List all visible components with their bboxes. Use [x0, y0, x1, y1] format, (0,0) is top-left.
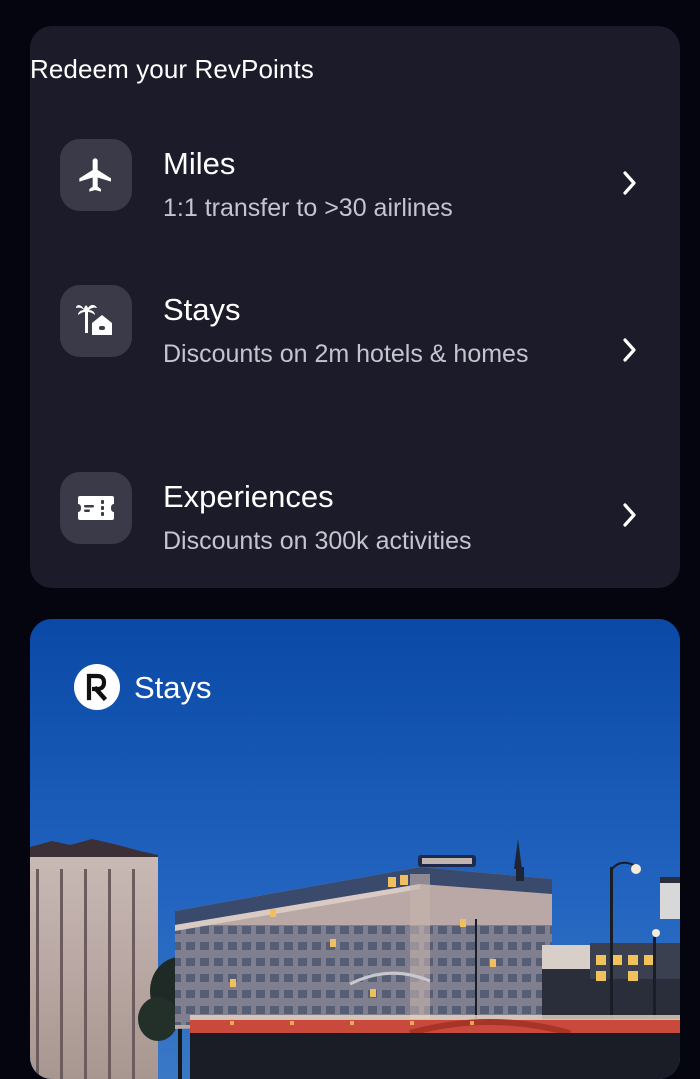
redeem-item-title: Experiences [163, 479, 334, 514]
promo-title: Stays [134, 670, 212, 705]
redeem-item-subtitle: Discounts on 2m hotels & homes [163, 340, 529, 368]
hotel-night-photo [30, 619, 680, 1079]
chevron-right-icon [623, 171, 636, 195]
airplane-icon [60, 139, 132, 211]
redeem-item-stays[interactable]: Stays Discounts on 2m hotels & homes [30, 284, 680, 414]
redeem-item-miles[interactable]: Miles 1:1 transfer to >30 airlines [30, 138, 680, 238]
chevron-right-icon [623, 503, 636, 527]
chevron-right-icon [623, 338, 636, 362]
redeem-item-subtitle: 1:1 transfer to >30 airlines [163, 194, 453, 222]
redeem-card-title: Redeem your RevPoints [30, 54, 314, 84]
redeem-item-subtitle: Discounts on 300k activities [163, 527, 472, 555]
ticket-icon [60, 472, 132, 544]
stays-promo-card[interactable]: Stays [30, 619, 680, 1079]
redeem-item-experiences[interactable]: Experiences Discounts on 300k activities [30, 471, 680, 571]
revolut-logo-icon [74, 664, 120, 710]
redeem-item-title: Stays [163, 292, 241, 327]
palm-house-icon [60, 285, 132, 357]
redeem-item-title: Miles [163, 146, 236, 181]
